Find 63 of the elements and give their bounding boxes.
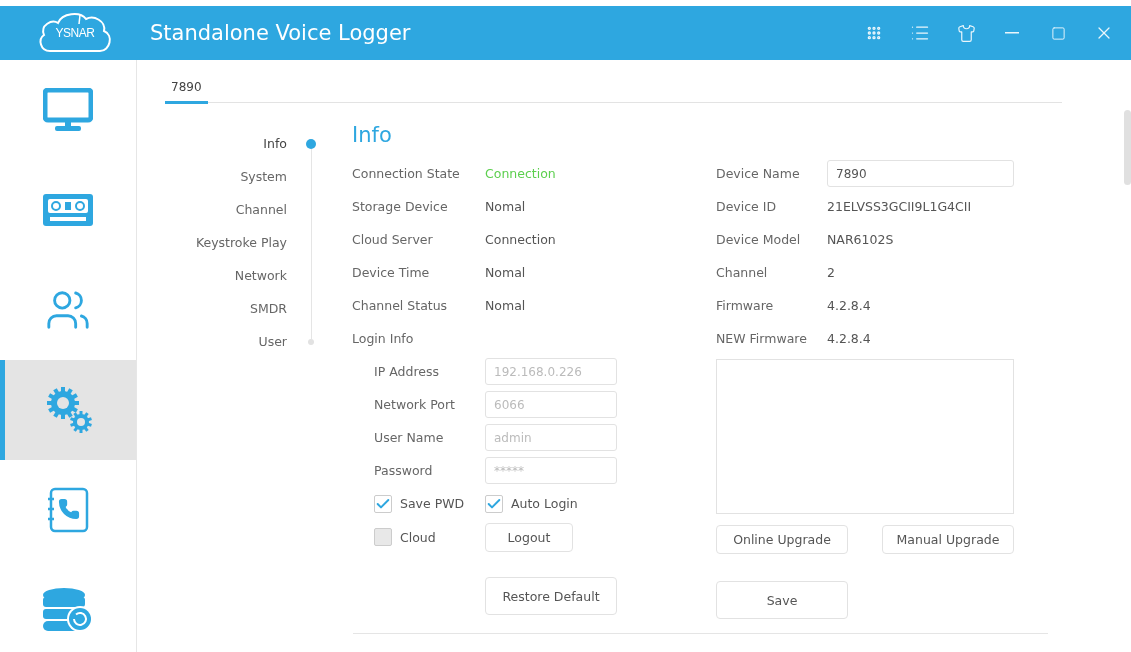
checkbox-label: Cloud — [400, 529, 436, 545]
upgrade-button[interactable]: Online Upgrade — [716, 525, 848, 554]
window-title: Standalone Voice Logger — [150, 21, 412, 45]
field-label: Login Info — [352, 331, 415, 346]
field-label: Device Model — [716, 232, 802, 247]
cassette-icon — [42, 193, 94, 227]
field-value: 4.2.8.4 — [827, 331, 871, 346]
checkbox-box[interactable] — [374, 494, 392, 513]
section-nav-item[interactable]: SMDR — [249, 292, 287, 325]
field-label: Password — [374, 463, 434, 478]
checkbox-box[interactable] — [374, 528, 392, 546]
field-label: Storage Device — [352, 199, 449, 214]
checkbox[interactable]: Save PWD — [374, 494, 465, 513]
logout-button[interactable]: Logout — [485, 522, 573, 552]
save-button[interactable]: Save — [716, 581, 848, 619]
checkbox-box[interactable] — [485, 494, 503, 513]
section-nav-item[interactable]: Network — [234, 259, 287, 292]
section-nav-item[interactable]: System — [240, 160, 287, 193]
field-label: Device Name — [716, 166, 801, 181]
logo-text: YSNAR — [55, 26, 95, 40]
field-label: Connection State — [352, 166, 461, 181]
field-value: NAR6102S — [827, 232, 894, 247]
status-value: Connection — [485, 232, 556, 247]
status-value: Nomal — [485, 265, 526, 280]
section-nav-item[interactable]: Info — [263, 127, 287, 160]
field-label: Firmware — [716, 298, 775, 313]
checkbox[interactable]: Cloud — [374, 528, 436, 546]
checkbox[interactable]: Auto Login — [485, 494, 578, 513]
scrollbar-thumb[interactable] — [1124, 110, 1131, 185]
field-label: Device ID — [716, 199, 778, 214]
maximize-icon — [1050, 25, 1066, 41]
sidebar-item[interactable] — [0, 360, 136, 460]
checkbox-label: Auto Login — [511, 496, 578, 511]
field-label: User Name — [374, 430, 445, 445]
restore-default-button[interactable]: Restore Default — [485, 577, 617, 615]
section-nav-item[interactable]: Channel — [235, 193, 287, 226]
phone-book-icon — [47, 487, 89, 533]
field-label: Device Time — [352, 265, 431, 280]
database-icon — [42, 587, 94, 633]
field-label: IP Address — [374, 364, 440, 379]
field-label: Channel Status — [352, 298, 449, 313]
section-nav-item[interactable]: User — [258, 325, 287, 358]
field-value: 21ELVSS3GCII9L1G4CII — [827, 199, 972, 214]
field-label: Channel — [716, 265, 769, 280]
field-label: NEW Firmware — [716, 331, 808, 346]
upgrade-button[interactable]: Manual Upgrade — [882, 525, 1014, 554]
field-label: Network Port — [374, 397, 456, 412]
section-title: Info — [352, 122, 393, 149]
apps-icon — [866, 25, 882, 41]
section-nav-item[interactable]: Keystroke Play — [195, 226, 287, 259]
minimize-icon — [1005, 32, 1019, 34]
field-value: 4.2.8.4 — [827, 298, 871, 313]
field-value: 2 — [827, 265, 835, 280]
status-value: Nomal — [485, 298, 526, 313]
tab[interactable]: 7890 — [165, 74, 208, 104]
checkbox-label: Save PWD — [400, 496, 465, 511]
monitor-icon — [43, 88, 93, 132]
shirt-icon — [956, 23, 976, 43]
cloud-icon — [36, 11, 114, 55]
device-name-field[interactable]: 7890 — [827, 160, 1014, 187]
field-label: Cloud Server — [352, 232, 434, 247]
status-value: Nomal — [485, 199, 526, 214]
status-value: Connection — [485, 166, 556, 181]
